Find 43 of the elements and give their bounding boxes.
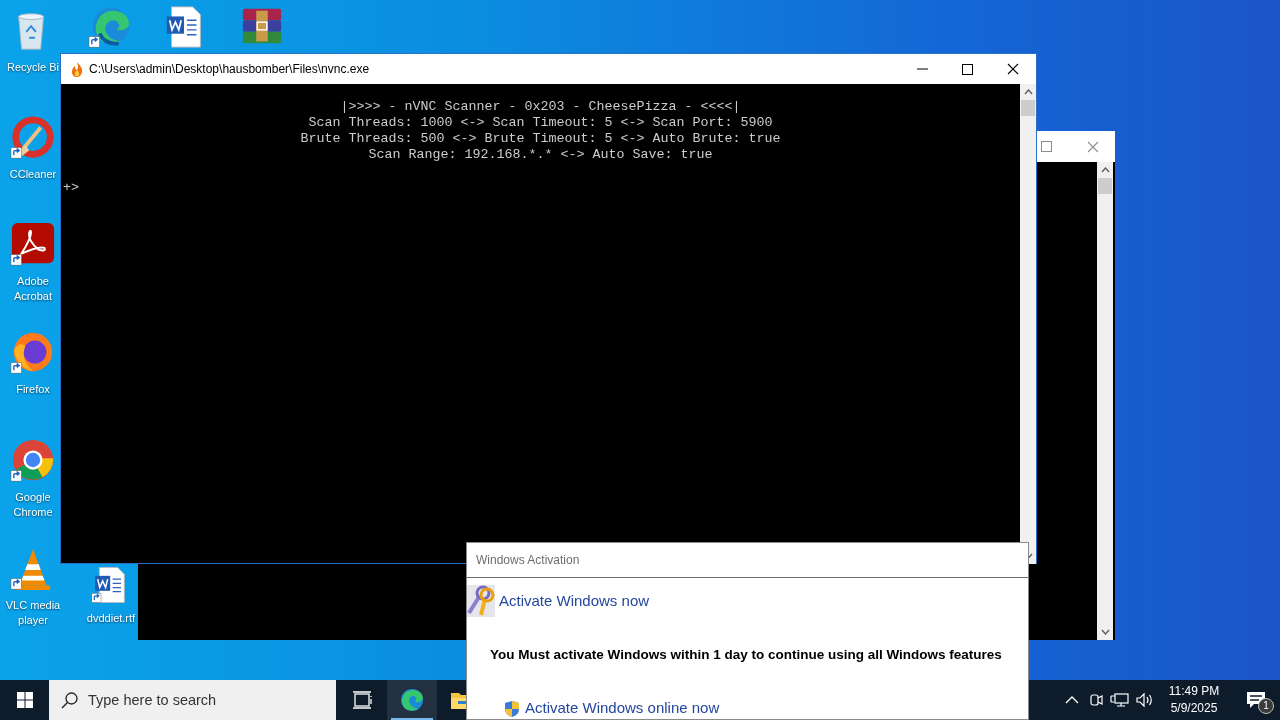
- activation-message: You Must activate Windows within 1 day to continue using all Windows features: [490, 646, 1002, 664]
- maximize-icon: [962, 63, 973, 75]
- wave-logo-icon: [400, 688, 424, 712]
- console-prompt: +>: [63, 180, 79, 196]
- notification-button[interactable]: 1: [1232, 680, 1280, 720]
- flame-icon: [71, 61, 83, 77]
- shield-icon: [504, 699, 520, 718]
- desktop-icon-label[interactable]: dvddiet.rtf: [83, 611, 139, 626]
- close-icon: [1007, 63, 1019, 75]
- curl-logo-icon[interactable]: [10, 222, 56, 268]
- activate-now-link[interactable]: Activate Windows now: [499, 589, 650, 613]
- brush-icon[interactable]: [10, 115, 56, 161]
- search-field[interactable]: Type here to search: [49, 680, 336, 720]
- maximize-icon: [1041, 141, 1052, 152]
- taskbar-app-button[interactable]: [387, 680, 437, 720]
- scrollbar[interactable]: [1020, 84, 1036, 564]
- console-line: Brute Threads: 500 <-> Brute Timeout: 5 <-> Auto Brute: true: [300, 131, 781, 147]
- notification-count: 1: [1258, 698, 1274, 714]
- desktop-icon-label[interactable]: CCleaner: [9, 167, 57, 182]
- desktop-icon-label[interactable]: Recycle Bi: [7, 60, 59, 75]
- search-icon: [61, 692, 78, 709]
- console-line: |>>>> - nVNC Scanner - 0x203 - CheesePizza - <<<<|: [340, 99, 741, 115]
- ring-logo-icon[interactable]: [10, 438, 56, 484]
- console-line: Scan Range: 192.168.*.* <-> Auto Save: true: [368, 147, 713, 163]
- task-view-icon: [350, 688, 374, 712]
- scroll-thumb[interactable]: [1021, 100, 1035, 116]
- clock-button[interactable]: 11:49 PM 5/9/2025: [1156, 680, 1232, 720]
- desktop-icon-label[interactable]: Google Chrome: [5, 490, 61, 520]
- close-icon: [1086, 140, 1099, 153]
- windows-logo-icon: [16, 692, 33, 708]
- scroll-thumb[interactable]: [1098, 178, 1112, 194]
- desktop-icon-label[interactable]: Firefox: [16, 382, 50, 397]
- key-icon: [467, 585, 495, 617]
- minimize-icon: [917, 68, 928, 70]
- window-title: C:\Users\admin\Desktop\hausbomber\Files\nvnc.exe: [89, 61, 370, 78]
- console-line: Scan Threads: 1000 <-> Scan Timeout: 5 <-> Scan Port: 5900: [308, 115, 773, 131]
- desktop-icon-label[interactable]: Adobe Acrobat: [5, 274, 61, 304]
- desktop-icon-label[interactable]: VLC media player: [5, 598, 61, 628]
- volume-icon: [1134, 690, 1154, 710]
- scrollbar[interactable]: [1097, 162, 1113, 640]
- network-icon: [1110, 690, 1130, 710]
- dialog-title: Windows Activation: [467, 543, 1028, 578]
- activate-online-link[interactable]: Activate Windows online now: [525, 697, 720, 719]
